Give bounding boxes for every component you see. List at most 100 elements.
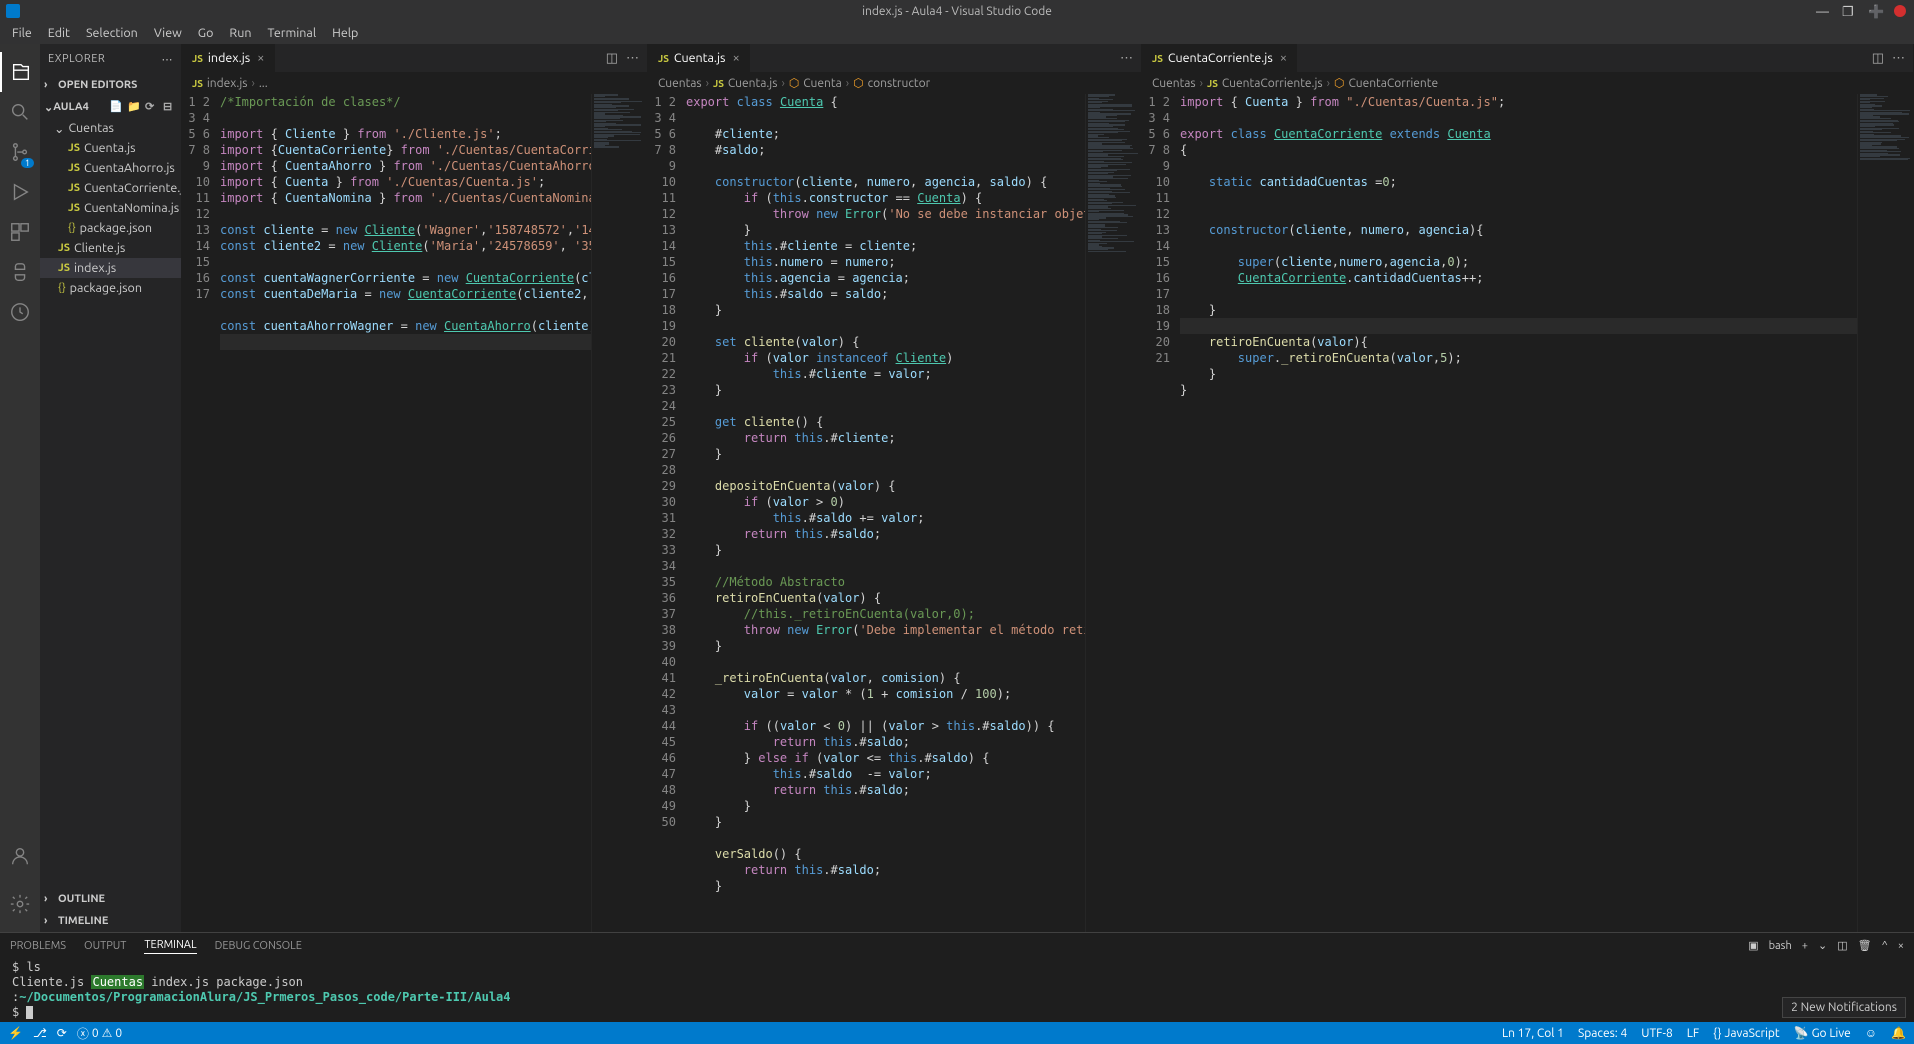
code-content[interactable]: /*Importación de clases*/ import { Clien… bbox=[220, 94, 591, 932]
notification-toast[interactable]: 2 New Notifications bbox=[1782, 997, 1906, 1018]
minimize-icon[interactable]: — bbox=[1816, 5, 1828, 17]
close-panel-icon[interactable]: × bbox=[1898, 940, 1904, 952]
panel-tab-debug[interactable]: DEBUG CONSOLE bbox=[215, 938, 302, 954]
refresh-icon[interactable]: ⟳ bbox=[145, 100, 159, 114]
new-folder-icon[interactable]: 📁 bbox=[127, 100, 141, 114]
tree-item[interactable]: JSCuentaNomina.js bbox=[40, 198, 181, 218]
terminal-shell[interactable]: bash bbox=[1769, 940, 1792, 952]
minimap[interactable] bbox=[1857, 94, 1913, 932]
collapse-icon[interactable]: ⊟ bbox=[163, 100, 177, 114]
menu-help[interactable]: Help bbox=[324, 24, 366, 42]
breadcrumb-item[interactable]: Cuenta bbox=[803, 77, 841, 90]
panel-tab-problems[interactable]: PROBLEMS bbox=[10, 938, 66, 954]
bell-icon[interactable]: 🔔 bbox=[1891, 1026, 1906, 1040]
tab-cuentacorriente[interactable]: JS CuentaCorriente.js × bbox=[1142, 44, 1298, 72]
breadcrumb-item[interactable]: ... bbox=[259, 77, 268, 90]
folder-label: Cuentas bbox=[68, 121, 113, 135]
breadcrumb-item[interactable]: Cuenta.js bbox=[728, 77, 778, 90]
menu-go[interactable]: Go bbox=[190, 24, 222, 42]
new-terminal-icon[interactable]: + bbox=[1802, 940, 1808, 952]
tree-item[interactable]: JSCuentaAhorro.js bbox=[40, 158, 181, 178]
gear-icon[interactable] bbox=[0, 884, 40, 924]
menu-selection[interactable]: Selection bbox=[78, 24, 146, 42]
new-file-icon[interactable]: 📄 bbox=[109, 100, 123, 114]
kill-terminal-icon[interactable]: 🗑 bbox=[1858, 939, 1872, 952]
breadcrumb-item[interactable]: CuentaCorriente.js bbox=[1222, 77, 1323, 90]
encoding[interactable]: UTF-8 bbox=[1641, 1026, 1672, 1040]
tab-index[interactable]: JS index.js × bbox=[182, 44, 276, 72]
breadcrumb-1[interactable]: JS index.js › ... bbox=[182, 72, 647, 94]
run-debug-icon[interactable] bbox=[0, 172, 40, 212]
code-content[interactable]: import { Cuenta } from "./Cuentas/Cuenta… bbox=[1180, 94, 1857, 932]
cursor-position[interactable]: Ln 17, Col 1 bbox=[1502, 1026, 1564, 1040]
split-terminal-icon[interactable]: ◫ bbox=[1837, 939, 1847, 952]
account-icon[interactable] bbox=[0, 836, 40, 876]
outline-header[interactable]: › OUTLINE bbox=[40, 888, 181, 910]
terminal-body[interactable]: $ ls Cliente.js Cuentas index.js package… bbox=[0, 958, 1914, 1022]
breadcrumb-item[interactable]: Cuentas bbox=[658, 77, 702, 90]
breadcrumb-item[interactable]: CuentaCorriente bbox=[1348, 77, 1438, 90]
split-icon[interactable]: ◫ bbox=[1872, 51, 1884, 66]
branch[interactable]: ⎇ bbox=[33, 1026, 47, 1040]
close-tab-icon[interactable]: × bbox=[732, 51, 739, 65]
source-control-icon[interactable]: 1 bbox=[0, 132, 40, 172]
more-icon[interactable]: ⋯ bbox=[1892, 51, 1905, 66]
close-tab-icon[interactable]: × bbox=[1280, 51, 1287, 65]
errors[interactable]: ⓧ 0 ⚠ 0 bbox=[77, 1025, 122, 1042]
remote-icon[interactable]: ⚡ bbox=[8, 1026, 23, 1040]
tree-item[interactable]: JSCuentaCorriente.js bbox=[40, 178, 181, 198]
tree-item[interactable]: {}package.json bbox=[40, 218, 181, 238]
terminal-dropdown-icon[interactable]: ⌄ bbox=[1818, 939, 1827, 952]
restore-icon[interactable]: ❐ bbox=[1842, 5, 1854, 17]
breadcrumb-item[interactable]: index.js bbox=[207, 77, 248, 90]
tree-item[interactable]: {}package.json bbox=[40, 278, 181, 298]
panel-tab-terminal[interactable]: TERMINAL bbox=[144, 937, 196, 954]
code-content[interactable]: export class Cuenta { #cliente; #saldo; … bbox=[686, 94, 1085, 932]
menu-view[interactable]: View bbox=[146, 24, 190, 42]
more-icon[interactable]: ⋯ bbox=[1120, 51, 1133, 66]
eol[interactable]: LF bbox=[1687, 1026, 1699, 1040]
tree-folder-cuentas[interactable]: ⌄ Cuentas bbox=[40, 118, 181, 138]
more-icon[interactable]: ⋯ bbox=[626, 51, 639, 66]
breadcrumb-item[interactable]: constructor bbox=[868, 77, 931, 90]
breadcrumb-2[interactable]: Cuentas › JS Cuenta.js › ⬡ Cuenta › ⬡ co… bbox=[648, 72, 1141, 94]
maximize-icon[interactable]: ➕ bbox=[1868, 5, 1880, 17]
split-icon[interactable]: ◫ bbox=[606, 51, 618, 66]
close-icon[interactable] bbox=[1894, 5, 1906, 17]
terminal-shell-icon[interactable]: ▣ bbox=[1748, 939, 1758, 952]
menu-edit[interactable]: Edit bbox=[40, 24, 78, 42]
open-editors-header[interactable]: › OPEN EDITORS bbox=[40, 74, 181, 96]
code-editor-3[interactable]: 1 2 3 4 5 6 7 8 9 10 11 12 13 14 15 16 1… bbox=[1142, 94, 1913, 932]
tab-cuenta[interactable]: JS Cuenta.js × bbox=[648, 44, 751, 72]
menu-terminal[interactable]: Terminal bbox=[259, 24, 324, 42]
python-icon[interactable] bbox=[0, 252, 40, 292]
folder-header[interactable]: ⌄ AULA4 📄 📁 ⟳ ⊟ bbox=[40, 96, 181, 118]
language-mode[interactable]: {} JavaScript bbox=[1713, 1026, 1780, 1040]
js-icon: JS bbox=[58, 242, 70, 254]
live-icon[interactable] bbox=[0, 292, 40, 332]
maximize-panel-icon[interactable]: ^ bbox=[1882, 940, 1888, 952]
sidebar-more-icon[interactable]: ⋯ bbox=[162, 53, 174, 66]
menu-run[interactable]: Run bbox=[221, 24, 259, 42]
menu-file[interactable]: File bbox=[4, 24, 40, 42]
close-tab-icon[interactable]: × bbox=[257, 51, 264, 65]
search-icon[interactable] bbox=[0, 92, 40, 132]
tree-item[interactable]: JSCuenta.js bbox=[40, 138, 181, 158]
minimap[interactable] bbox=[591, 94, 647, 932]
feedback-icon[interactable]: ☺ bbox=[1865, 1026, 1877, 1040]
go-live[interactable]: 📡 Go Live bbox=[1794, 1026, 1851, 1040]
code-editor-2[interactable]: 1 2 3 4 5 6 7 8 9 10 11 12 13 14 15 16 1… bbox=[648, 94, 1141, 932]
explorer-icon[interactable] bbox=[0, 52, 40, 92]
sync-icon[interactable]: ⟳ bbox=[57, 1026, 67, 1040]
breadcrumb-3[interactable]: Cuentas › JS CuentaCorriente.js › ⬡ Cuen… bbox=[1142, 72, 1913, 94]
indentation[interactable]: Spaces: 4 bbox=[1578, 1026, 1627, 1040]
extensions-icon[interactable] bbox=[0, 212, 40, 252]
minimap[interactable] bbox=[1085, 94, 1141, 932]
tabs-2: JS Cuenta.js × ⋯ bbox=[648, 44, 1141, 72]
tree-item[interactable]: JSCliente.js bbox=[40, 238, 181, 258]
code-editor-1[interactable]: 1 2 3 4 5 6 7 8 9 10 11 12 13 14 15 16 1… bbox=[182, 94, 647, 932]
breadcrumb-item[interactable]: Cuentas bbox=[1152, 77, 1196, 90]
timeline-header[interactable]: › TIMELINE bbox=[40, 910, 181, 932]
panel-tab-output[interactable]: OUTPUT bbox=[84, 938, 126, 954]
tree-item[interactable]: JSindex.js bbox=[40, 258, 181, 278]
